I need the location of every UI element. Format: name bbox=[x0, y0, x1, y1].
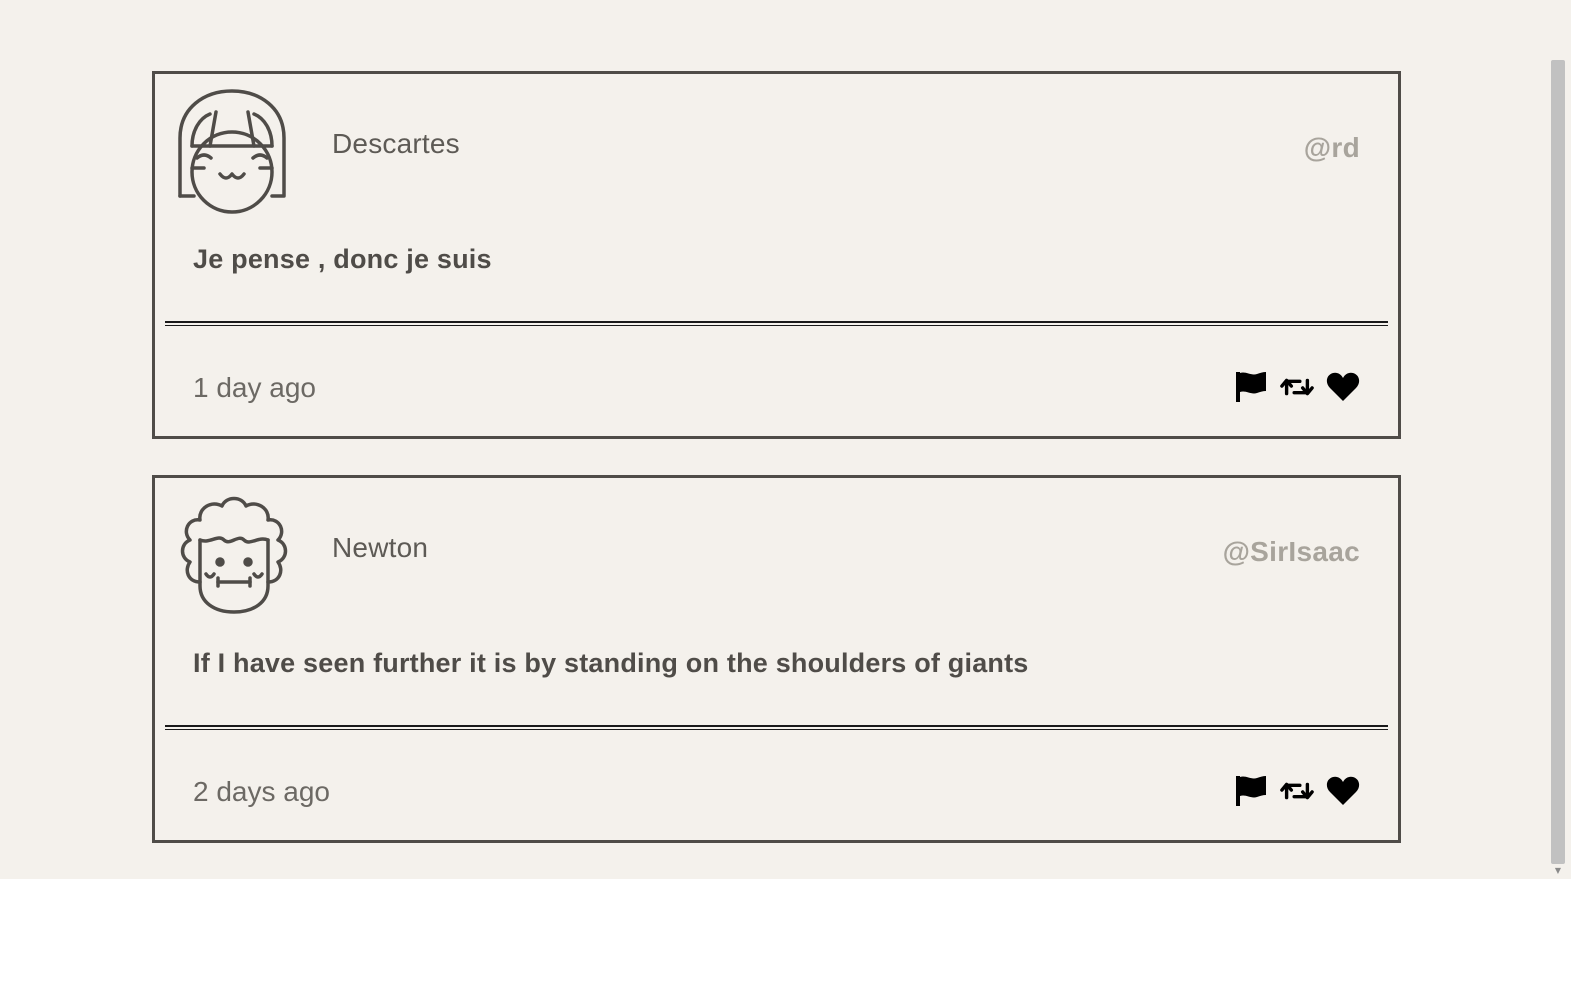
author-handle[interactable]: @SirIsaac bbox=[1223, 536, 1360, 568]
tweet-card: Descartes @rd Je pense , donc je suis 1 … bbox=[152, 71, 1401, 439]
girl-avatar-icon[interactable] bbox=[170, 86, 296, 216]
tweet-feed: Descartes @rd Je pense , donc je suis 1 … bbox=[0, 0, 1571, 879]
tweet-card: Newton @SirIsaac If I have seen further … bbox=[152, 475, 1401, 843]
tweet-actions bbox=[1234, 370, 1360, 404]
tweet-text: If I have seen further it is by standing… bbox=[193, 648, 1029, 678]
timestamp: 2 days ago bbox=[193, 776, 330, 807]
tweet-actions bbox=[1234, 774, 1360, 808]
heart-icon[interactable] bbox=[1326, 774, 1360, 808]
divider bbox=[165, 321, 1388, 326]
timestamp: 1 day ago bbox=[193, 372, 316, 403]
retweet-icon[interactable] bbox=[1280, 774, 1314, 808]
scrollbar-thumb[interactable] bbox=[1551, 60, 1565, 864]
author-name: Descartes bbox=[332, 128, 460, 159]
flag-icon[interactable] bbox=[1234, 370, 1268, 404]
retweet-icon[interactable] bbox=[1280, 370, 1314, 404]
curly-hair-avatar-icon[interactable] bbox=[170, 490, 296, 620]
scroll-down-arrow-icon[interactable]: ▼ bbox=[1553, 866, 1563, 876]
tweet-text: Je pense , donc je suis bbox=[193, 244, 492, 274]
heart-icon[interactable] bbox=[1326, 370, 1360, 404]
flag-icon[interactable] bbox=[1234, 774, 1268, 808]
author-name: Newton bbox=[332, 532, 429, 563]
author-handle[interactable]: @rd bbox=[1304, 132, 1360, 164]
divider bbox=[165, 725, 1388, 730]
